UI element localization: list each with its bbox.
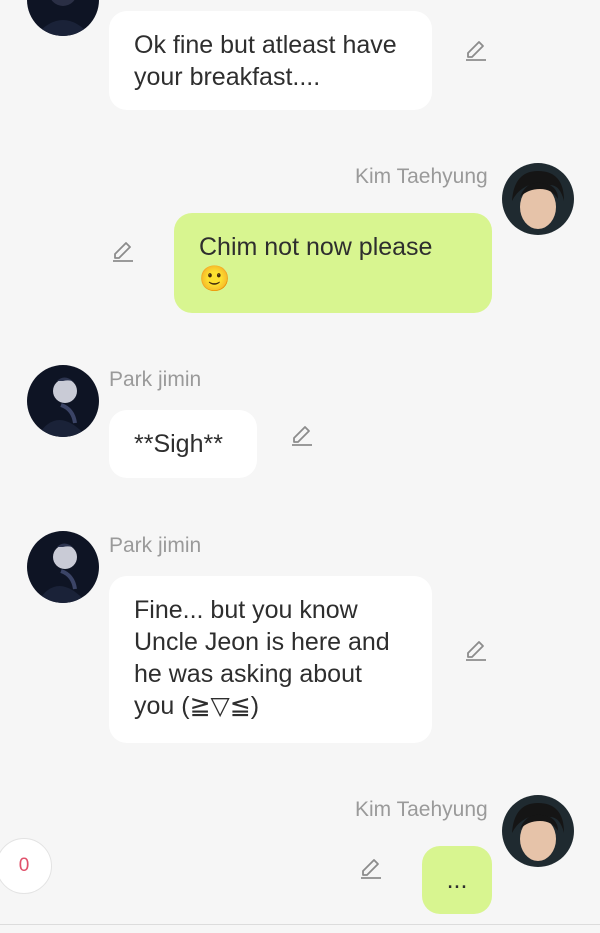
divider bbox=[0, 924, 600, 925]
pencil-edit-icon[interactable] bbox=[358, 856, 384, 882]
message-text: ... bbox=[446, 866, 468, 894]
sender-name: Kim Taehyung bbox=[355, 165, 488, 188]
sender-name: Park jimin bbox=[109, 368, 202, 391]
pencil-edit-icon[interactable] bbox=[463, 38, 489, 64]
pencil-edit-icon[interactable] bbox=[463, 638, 489, 664]
avatar-park-jimin[interactable] bbox=[27, 365, 99, 437]
sender-name: Kim Taehyung bbox=[355, 798, 488, 821]
message-text: Ok fine but atleast have your breakfast.… bbox=[134, 31, 397, 91]
reaction-counter-button[interactable]: 0 bbox=[0, 838, 52, 894]
pencil-edit-icon[interactable] bbox=[110, 239, 136, 265]
avatar-park-jimin[interactable] bbox=[27, 0, 99, 36]
pencil-edit-icon[interactable] bbox=[289, 423, 315, 449]
avatar-kim-taehyung[interactable] bbox=[502, 163, 574, 235]
sender-name: Park jimin bbox=[109, 534, 202, 557]
message-bubble: ... bbox=[422, 846, 492, 914]
message-bubble: Fine... but you know Uncle Jeon is here … bbox=[109, 576, 432, 743]
message-bubble: Chim not now please 🙂 bbox=[174, 213, 492, 313]
avatar-kim-taehyung[interactable] bbox=[502, 795, 574, 867]
counter-value: 0 bbox=[18, 855, 30, 876]
message-bubble: Ok fine but atleast have your breakfast.… bbox=[109, 11, 432, 110]
avatar-park-jimin[interactable] bbox=[27, 531, 99, 603]
message-bubble: **Sigh** bbox=[109, 410, 257, 478]
message-text: Chim not now please 🙂 bbox=[199, 233, 433, 293]
message-text: **Sigh** bbox=[134, 430, 223, 458]
message-text: Fine... but you know Uncle Jeon is here … bbox=[134, 596, 390, 720]
